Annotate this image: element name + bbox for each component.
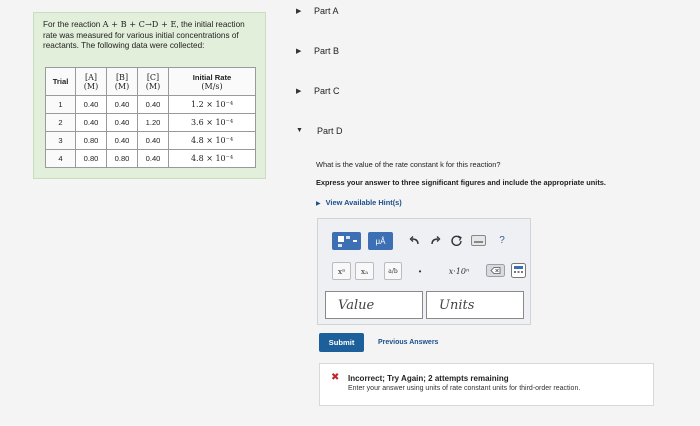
caret-right-icon: ▶ — [296, 8, 302, 15]
table-row: 1 0.40 0.40 0.40 1.2 × 10⁻⁴ — [45, 95, 256, 114]
header-b: [B] (M) — [106, 67, 138, 96]
header-c: [C] (M) — [137, 67, 169, 96]
scientific-notation-button[interactable]: x·10ⁿ — [434, 264, 484, 278]
superscript-button[interactable]: xᵃ — [332, 262, 351, 280]
problem-statement: For the reaction A + B + C→D + E, the in… — [43, 19, 245, 51]
backspace-icon[interactable] — [486, 264, 505, 277]
help-icon[interactable]: ? — [496, 233, 508, 247]
caret-right-icon: ▶ — [296, 88, 302, 95]
header-trial: Trial — [45, 67, 76, 96]
multiply-dot-button[interactable]: • — [415, 264, 425, 278]
incorrect-x-icon: ✖ — [331, 372, 340, 383]
feedback-box: ✖ Incorrect; Try Again; 2 attempts remai… — [319, 363, 654, 406]
units-symbols-button[interactable]: μÅ — [368, 232, 393, 250]
keyboard-icon[interactable] — [471, 235, 486, 246]
submit-button[interactable]: Submit — [319, 333, 364, 352]
reset-icon[interactable] — [450, 234, 463, 247]
fraction-button[interactable]: a/b — [384, 262, 402, 280]
caret-right-icon: ▶ — [316, 201, 321, 207]
subscript-button[interactable]: xₐ — [355, 262, 374, 280]
table-row: 4 0.80 0.80 0.40 4.8 × 10⁻⁴ — [45, 149, 256, 168]
calculator-icon[interactable] — [511, 263, 526, 278]
caret-right-icon: ▶ — [296, 48, 302, 55]
caret-down-icon: ▼ — [296, 127, 303, 134]
feedback-title: Incorrect; Try Again; 2 attempts remaini… — [348, 374, 509, 383]
undo-icon[interactable] — [409, 235, 421, 247]
value-input[interactable]: Value — [325, 291, 423, 319]
previous-answers-link[interactable]: Previous Answers — [378, 339, 438, 346]
units-input[interactable]: Units — [426, 291, 524, 319]
answer-input-box: μÅ ? xᵃ xₐ a/b • x·10ⁿ Value Units — [317, 218, 531, 325]
view-hints-link[interactable]: ▶ View Available Hint(s) — [316, 198, 402, 207]
feedback-message: Enter your answer using units of rate co… — [348, 385, 581, 392]
table-row: 2 0.40 0.40 1.20 3.6 × 10⁻⁴ — [45, 113, 256, 132]
template-icon — [338, 236, 344, 242]
instruction-text: Express your answer to three significant… — [316, 178, 606, 187]
table-header-row: Trial [A] (M) [B] (M) [C] (M) Initial Rate(… — [45, 67, 256, 96]
reaction-equation: A + B + C→D + E — [102, 19, 177, 29]
problem-panel: For the reaction A + B + C→D + E, the in… — [33, 12, 266, 179]
question-text: What is the value of the rate constant k… — [316, 160, 501, 169]
header-a: [A] (M) — [75, 67, 107, 96]
chevron-down-icon — [353, 240, 357, 242]
rate-data-table: Trial [A] (M) [B] (M) [C] (M) Initial Rate(… — [45, 67, 256, 168]
table-row: 3 0.80 0.40 0.40 4.8 × 10⁻⁴ — [45, 131, 256, 150]
header-rate: Initial Rate (M/s) — [168, 67, 256, 96]
redo-icon[interactable] — [429, 235, 441, 247]
templates-button[interactable] — [332, 232, 361, 250]
